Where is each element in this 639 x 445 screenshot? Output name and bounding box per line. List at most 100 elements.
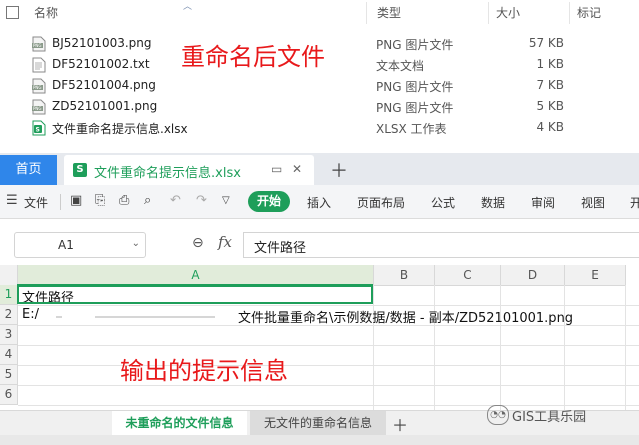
png-file-icon: PNG bbox=[32, 78, 46, 94]
column-header-type[interactable]: 类型 bbox=[377, 4, 401, 21]
sheet-tab-unrenamed-files[interactable]: 未重命名的文件信息 bbox=[112, 411, 247, 435]
print-preview-icon[interactable]: ⌕ bbox=[144, 193, 151, 208]
undo-icon[interactable]: ↶ bbox=[170, 193, 181, 208]
column-divider[interactable] bbox=[488, 2, 489, 24]
grid-line bbox=[564, 285, 565, 410]
cell-reference: A1 bbox=[58, 238, 74, 252]
grid-line bbox=[18, 365, 639, 366]
export-icon[interactable]: ⎘ bbox=[95, 193, 105, 208]
redo-icon[interactable]: ↷ bbox=[196, 193, 207, 208]
tab-more[interactable]: 开 bbox=[630, 194, 639, 211]
column-header-c[interactable]: C bbox=[435, 265, 501, 286]
cell-a2-path[interactable]: 文件批量重命名\示例数据/数据 - 副本/ZD52101001.png bbox=[238, 307, 573, 326]
watermark: GIS工具乐园 bbox=[512, 410, 587, 425]
document-tab-title: 文件重命名提示信息.xlsx bbox=[94, 166, 241, 181]
add-sheet-button[interactable]: ＋ bbox=[392, 412, 408, 436]
grid-line bbox=[434, 285, 435, 410]
redacted-segment bbox=[56, 316, 62, 318]
grid-line bbox=[18, 385, 639, 386]
name-box[interactable]: A1 ⌄ bbox=[14, 232, 146, 258]
formula-bar: A1 ⌄ ⊖ fx 文件路径 bbox=[0, 226, 639, 264]
row-header-3[interactable]: 3 bbox=[0, 325, 18, 345]
zoom-icon[interactable]: ⊖ bbox=[192, 235, 204, 251]
tab-page-layout[interactable]: 页面布局 bbox=[357, 194, 405, 211]
file-explorer: ︿ 名称 类型 大小 标记 PNG BJ52101003.png PNG 图片文… bbox=[0, 0, 639, 150]
file-type: XLSX 工作表 bbox=[376, 122, 447, 136]
tab-insert[interactable]: 插入 bbox=[307, 194, 331, 211]
quick-access-dropdown-icon[interactable]: ▽ bbox=[222, 195, 230, 206]
grid-line bbox=[18, 345, 639, 346]
column-header-name[interactable]: 名称 bbox=[34, 4, 58, 21]
file-size: 7 KB bbox=[536, 78, 564, 92]
tab-view[interactable]: 视图 bbox=[581, 194, 605, 211]
svg-text:S: S bbox=[36, 127, 40, 134]
row-header-1[interactable]: 1 bbox=[0, 285, 18, 305]
file-name: 文件重命名提示信息.xlsx bbox=[52, 122, 188, 136]
column-divider[interactable] bbox=[569, 2, 570, 24]
file-row[interactable]: PNG ZD52101001.png PNG 图片文件 5 KB bbox=[0, 97, 639, 118]
tab-review[interactable]: 审阅 bbox=[531, 194, 555, 211]
sort-ascending-icon: ︿ bbox=[183, 2, 193, 12]
column-header-b[interactable]: B bbox=[374, 265, 435, 286]
sheet-tab-missing-files[interactable]: 无文件的重命名信息 bbox=[250, 411, 386, 435]
save-icon[interactable]: ▣ bbox=[70, 193, 82, 208]
svg-text:PNG: PNG bbox=[33, 43, 42, 48]
file-size: 4 KB bbox=[536, 120, 564, 134]
function-icon[interactable]: fx bbox=[218, 233, 232, 251]
row-header-2[interactable]: 2 bbox=[0, 305, 18, 325]
column-header-tags[interactable]: 标记 bbox=[577, 4, 601, 21]
file-type: PNG 图片文件 bbox=[376, 101, 454, 115]
output-message-annotation: 输出的提示信息 bbox=[120, 357, 288, 385]
file-type: 文本文档 bbox=[376, 59, 425, 73]
tab-document[interactable]: S 文件重命名提示信息.xlsx ▭ ✕ bbox=[64, 155, 314, 185]
grid-line bbox=[373, 285, 374, 410]
menu-icon[interactable]: ☰ bbox=[6, 193, 18, 208]
file-name: DF52101002.txt bbox=[52, 57, 150, 71]
formula-input[interactable]: 文件路径 bbox=[243, 232, 639, 258]
print-icon[interactable]: ⎙ bbox=[119, 193, 129, 208]
row-header-6[interactable]: 6 bbox=[0, 385, 18, 405]
file-row[interactable]: S 文件重命名提示信息.xlsx XLSX 工作表 4 KB bbox=[0, 118, 639, 139]
tab-data[interactable]: 数据 bbox=[481, 194, 505, 211]
cell-a2-path-prefix[interactable]: E:/ bbox=[22, 307, 39, 322]
column-header-e[interactable]: E bbox=[565, 265, 626, 286]
file-type: PNG 图片文件 bbox=[376, 38, 454, 52]
svg-text:PNG: PNG bbox=[33, 106, 42, 111]
grid-line bbox=[18, 305, 639, 306]
file-name: ZD52101001.png bbox=[52, 99, 158, 113]
file-size: 1 KB bbox=[536, 57, 564, 71]
row-header-4[interactable]: 4 bbox=[0, 345, 18, 365]
spreadsheet-grid: A B C D E 1 2 3 4 5 6 文件路径 E:/ 文件批量重命名\示… bbox=[0, 265, 639, 410]
xlsx-file-icon: S bbox=[32, 120, 46, 136]
column-header-size[interactable]: 大小 bbox=[496, 4, 520, 21]
cell-selection bbox=[17, 284, 373, 304]
row-header-5[interactable]: 5 bbox=[0, 365, 18, 385]
file-size: 5 KB bbox=[536, 99, 564, 113]
restore-window-icon[interactable]: ▭ bbox=[271, 162, 282, 176]
file-menu-button[interactable]: 文件 bbox=[24, 194, 48, 211]
new-tab-button[interactable]: ＋ bbox=[330, 157, 348, 183]
status-bar bbox=[0, 435, 639, 445]
renamed-files-annotation: 重命名后文件 bbox=[181, 43, 325, 71]
column-divider[interactable] bbox=[366, 2, 367, 24]
spreadsheet-icon: S bbox=[73, 163, 87, 177]
document-tab-bar: 首页 S 文件重命名提示信息.xlsx ▭ ✕ ＋ bbox=[0, 153, 639, 185]
column-header-d[interactable]: D bbox=[501, 265, 565, 286]
toolbar-divider bbox=[60, 194, 61, 210]
file-name: BJ52101003.png bbox=[52, 36, 152, 50]
png-file-icon: PNG bbox=[32, 36, 46, 52]
grid-line bbox=[625, 285, 626, 410]
tab-start[interactable]: 开始 bbox=[248, 191, 290, 212]
file-type: PNG 图片文件 bbox=[376, 80, 454, 94]
formula-content: 文件路径 bbox=[254, 241, 307, 256]
tab-formula[interactable]: 公式 bbox=[431, 194, 455, 211]
tab-home[interactable]: 首页 bbox=[0, 155, 57, 185]
select-all-checkbox[interactable] bbox=[6, 6, 19, 19]
chevron-down-icon[interactable]: ⌄ bbox=[132, 238, 140, 249]
close-tab-icon[interactable]: ✕ bbox=[292, 162, 302, 176]
file-row[interactable]: PNG DF52101004.png PNG 图片文件 7 KB bbox=[0, 76, 639, 97]
select-all-corner[interactable] bbox=[0, 265, 18, 286]
wechat-icon: ◔◔ bbox=[487, 405, 509, 425]
txt-file-icon bbox=[32, 57, 46, 73]
grid-line bbox=[500, 285, 501, 410]
